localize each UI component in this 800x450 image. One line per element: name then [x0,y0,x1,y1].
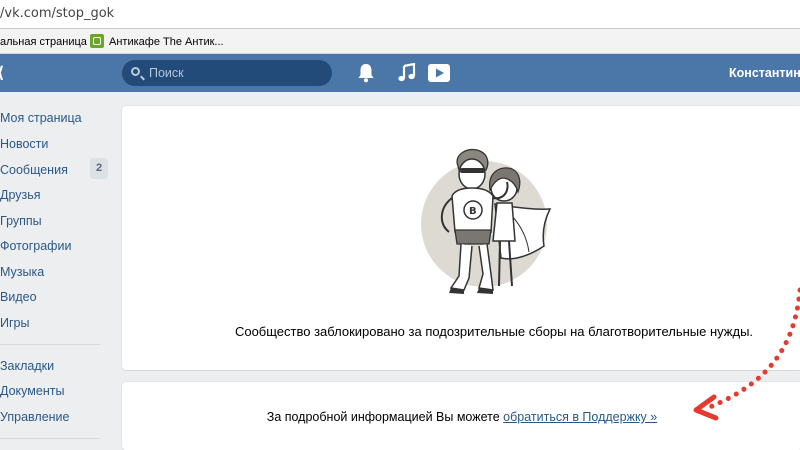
sidebar-divider [0,438,100,439]
sidebar-item-bookmarks[interactable]: Закладки [0,359,54,373]
search-placeholder: Поиск [149,66,184,80]
bookmark-favicon-icon [90,34,104,48]
sidebar-item-news[interactable]: Новости [0,137,48,151]
bookmarks-bar: альная страница Антикафе The Антик... [0,29,800,54]
sidebar-item-my-page[interactable]: Моя страница [0,111,82,125]
sidebar-item-documents[interactable]: Документы [0,384,64,398]
bookmark-anticafe-label: Антикафе The Антик... [109,36,224,48]
sidebar-item-messages[interactable]: Сообщения [0,163,68,177]
music-note-icon[interactable] [398,63,416,83]
sidebar-item-management[interactable]: Управление [0,410,70,424]
search-icon [131,67,140,76]
support-link[interactable]: обратиться в Поддержку » [503,410,657,424]
address-bar[interactable]: /vk.com/stop_gok [0,0,800,29]
sidebar-divider [0,344,100,345]
svg-text:В: В [469,206,477,217]
video-play-icon[interactable] [428,64,450,82]
bell-icon[interactable] [357,63,375,83]
messages-count-badge: 2 [90,158,108,179]
support-info-prefix: За подробной информацией Вы можете [266,410,504,424]
url-text[interactable]: /vk.com/stop_gok [0,6,114,21]
sidebar-item-groups[interactable]: Группы [0,214,42,228]
sidebar-item-photos[interactable]: Фотографии [0,239,71,253]
sidebar-item-games[interactable]: Игры [0,316,29,330]
annotation-arrow-icon [693,287,800,421]
sidebar-item-video[interactable]: Видео [0,290,37,304]
user-name[interactable]: Константин [729,66,800,80]
bookmark-home[interactable]: альная страница [0,36,87,48]
search-input[interactable]: Поиск [122,60,332,86]
site-header: ⟨ Поиск Константин [0,54,800,92]
blocked-heroes-illustration: В [421,148,552,294]
sidebar-item-friends[interactable]: Друзья [0,188,41,202]
vk-logo-icon[interactable]: ⟨ [0,63,9,82]
sidebar-item-music[interactable]: Музыка [0,265,44,279]
